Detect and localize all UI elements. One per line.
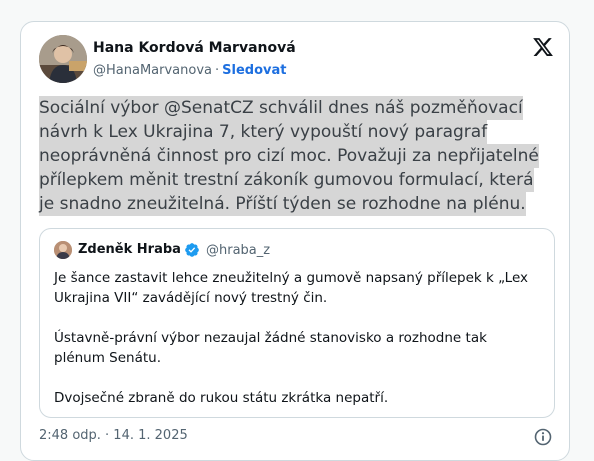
tweet-timestamp[interactable]: 2:48 odp. · 14. 1. 2025 [39,428,188,443]
tweet-text: Sociální výbor @SenatCZ schválil dnes ná… [39,96,569,216]
author-meta: @HanaMarvanova · Sledovat [93,63,286,78]
follow-button[interactable]: Sledovat [222,63,286,78]
quoted-author-handle: @hraba_z [206,243,271,258]
tweet-embed-card: Hana Kordová Marvanová @HanaMarvanova · Sl… [20,21,570,461]
quoted-author-name: Zdeněk Hraba [78,242,181,257]
tweet-line: přílepkem měnit trestní zákoník gumovou … [39,168,534,192]
quoted-tweet-text: Je šance zastavit lehce zneužitelný a gu… [54,268,534,428]
quoted-paragraph: Ústavně-právní výbor nezaujal žádné stan… [54,330,487,366]
tweet-line: Sociální výbor @SenatCZ schválil dnes ná… [39,96,523,120]
meta-separator: · [215,63,220,78]
author-handle[interactable]: @HanaMarvanova [93,63,212,78]
quoted-paragraph: Je šance zastavit lehce zneužitelný a gu… [54,270,529,306]
quoted-paragraph: Dvojsečné zbraně do rukou státu zkrátka … [54,390,389,406]
verified-badge-icon [184,242,200,258]
tweet-line: návrh k Lex Ukrajina 7, který vypouští n… [39,120,488,144]
author-avatar[interactable] [39,35,87,83]
tweet-line: neoprávněná činnost pro cizí moc. Považu… [39,144,539,168]
tweet-line: je snadno zneužitelná. Příští týden se r… [39,192,526,216]
author-name[interactable]: Hana Kordová Marvanová [93,40,296,56]
info-icon[interactable] [534,428,552,446]
quoted-tweet[interactable]: Zdeněk Hraba @hraba_z Je šance zastavit … [39,228,555,418]
x-logo-icon[interactable] [532,36,554,58]
quoted-author-avatar [54,241,72,259]
